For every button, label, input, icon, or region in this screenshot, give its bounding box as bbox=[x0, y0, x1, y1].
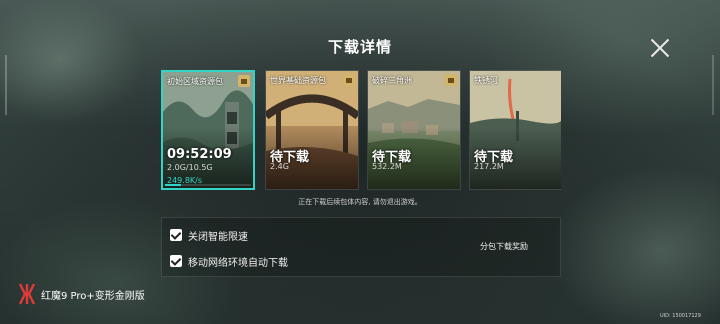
resource-pack-list: 初始区域资源包 09:52:09 2.0G/10.5G 249.8K/s 世界基… bbox=[161, 70, 561, 190]
right-edge-bar bbox=[712, 55, 714, 115]
package-download-reward-button[interactable]: 分包下载奖励 bbox=[480, 241, 528, 252]
pack-card-initial-region[interactable]: 初始区域资源包 09:52:09 2.0G/10.5G 249.8K/s bbox=[161, 70, 255, 190]
redmagic-logo-icon bbox=[18, 283, 36, 305]
download-notice: 正在下载后续包体内容, 请勿退出游戏。 bbox=[298, 198, 422, 206]
pack-name: 初始区域资源包 bbox=[167, 77, 223, 86]
pack-name: 世界基础资源包 bbox=[270, 76, 326, 85]
disable-speed-limit-checkbox[interactable]: 关闭智能限速 bbox=[170, 228, 248, 243]
pack-size: 2.0G/10.5G bbox=[167, 163, 213, 172]
pack-name: 破碎三角洲 bbox=[372, 76, 412, 85]
close-icon[interactable] bbox=[650, 38, 670, 58]
left-edge-bar bbox=[5, 55, 7, 115]
gift-badge-icon bbox=[238, 75, 250, 87]
pack-card-world-base[interactable]: 世界基础资源包 待下载 2.4G bbox=[265, 70, 359, 190]
pack-card-rust-river[interactable]: 铁锈河 待下载 217.2M bbox=[469, 70, 561, 190]
page-title: 下载详情 bbox=[327, 38, 392, 56]
gift-badge-icon bbox=[445, 74, 457, 86]
pack-card-broken-delta[interactable]: 破碎三角洲 待下载 532.2M bbox=[367, 70, 461, 190]
mobile-auto-download-checkbox[interactable]: 移动网络环境自动下载 bbox=[170, 254, 288, 269]
pack-size: 217.2M bbox=[474, 162, 504, 171]
pack-size: 532.2M bbox=[372, 162, 402, 171]
user-id: UID: 150017129 bbox=[660, 313, 701, 319]
gift-badge-icon bbox=[343, 74, 355, 86]
branding-text: 红魔9 Pro+变形金刚版 bbox=[41, 290, 145, 302]
checkbox-checked-icon bbox=[170, 229, 182, 241]
pack-size: 2.4G bbox=[270, 162, 289, 171]
device-branding: 红魔9 Pro+变形金刚版 bbox=[17, 282, 145, 306]
download-progress-bar bbox=[165, 184, 251, 186]
pack-name: 铁锈河 bbox=[474, 76, 498, 85]
checkbox-checked-icon bbox=[170, 255, 182, 267]
download-options-panel: 关闭智能限速 移动网络环境自动下载 分包下载奖励 bbox=[161, 217, 561, 277]
checkbox-label: 移动网络环境自动下载 bbox=[188, 257, 288, 269]
checkbox-label: 关闭智能限速 bbox=[188, 231, 248, 243]
pack-status: 09:52:09 bbox=[167, 147, 232, 162]
download-progress-fill bbox=[165, 184, 182, 186]
